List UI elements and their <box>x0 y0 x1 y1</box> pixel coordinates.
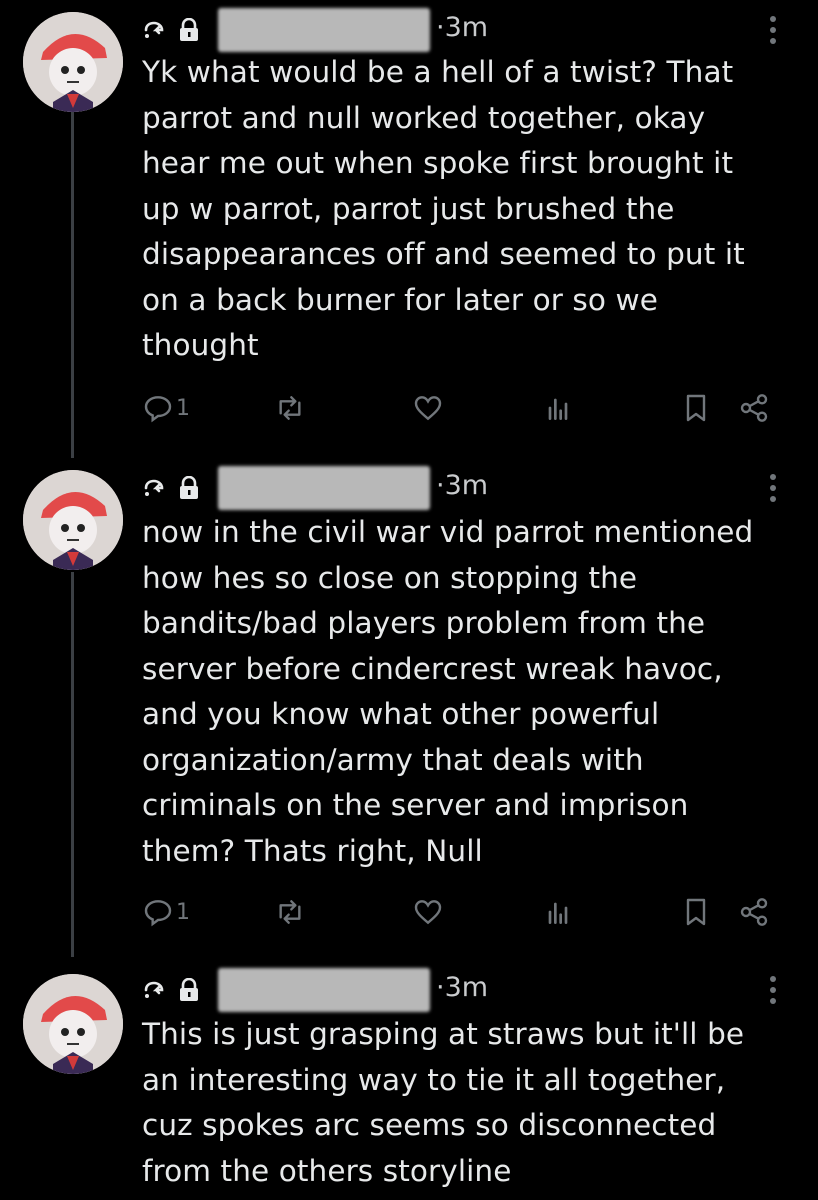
reply-arrow-icon <box>142 978 166 1006</box>
share-button[interactable] <box>738 388 770 428</box>
avatar[interactable] <box>23 470 123 570</box>
views-icon <box>542 896 574 928</box>
lock-icon <box>178 17 200 46</box>
reply-arrow-icon <box>142 476 166 504</box>
avatar[interactable] <box>23 974 123 1074</box>
bookmark-button[interactable] <box>680 892 712 932</box>
reply-icon <box>142 896 174 928</box>
reply-icon <box>142 392 174 424</box>
username-redacted <box>218 466 430 510</box>
reply-arrow-icon <box>142 18 166 46</box>
reply-count: 1 <box>176 395 190 421</box>
repost-button[interactable] <box>274 388 306 428</box>
views-icon <box>542 392 574 424</box>
post-header: ·3m <box>142 8 782 52</box>
post-time: ·3m <box>436 12 489 43</box>
more-options-icon[interactable] <box>762 10 784 50</box>
post-text: This is just grasping at straws but it'l… <box>142 1017 745 1188</box>
repost-icon <box>274 896 306 928</box>
reply-post[interactable]: ·3m This is just grasping at straws but … <box>0 960 818 1200</box>
share-icon <box>738 392 770 424</box>
action-bar: 1 <box>142 388 782 428</box>
bookmark-button[interactable] <box>680 388 712 428</box>
bookmark-icon <box>680 896 712 928</box>
action-bar: 1 <box>142 892 782 932</box>
like-icon <box>412 392 444 424</box>
post-text: now in the civil war vid parrot mentione… <box>142 515 754 868</box>
like-button[interactable] <box>412 388 444 428</box>
post-header: ·3m <box>142 968 782 1012</box>
views-button[interactable] <box>542 892 574 932</box>
reply-post[interactable]: ·3m now in the civil war vid parrot ment… <box>0 460 818 960</box>
like-button[interactable] <box>412 892 444 932</box>
share-button[interactable] <box>738 892 770 932</box>
share-icon <box>738 896 770 928</box>
avatar[interactable] <box>23 12 123 112</box>
username-redacted <box>218 968 430 1012</box>
lock-icon <box>178 475 200 504</box>
lock-icon <box>178 977 200 1006</box>
repost-button[interactable] <box>274 892 306 932</box>
post-time: ·3m <box>436 470 489 501</box>
post-text: Yk what would be a hell of a twist? That… <box>142 55 745 362</box>
repost-icon <box>274 392 306 424</box>
bookmark-icon <box>680 392 712 424</box>
like-icon <box>412 896 444 928</box>
more-options-icon[interactable] <box>762 970 784 1010</box>
views-button[interactable] <box>542 388 574 428</box>
reply-post[interactable]: ·3m Yk what would be a hell of a twist? … <box>0 0 818 460</box>
post-time: ·3m <box>436 972 489 1003</box>
reply-button[interactable]: 1 <box>142 892 190 932</box>
username-redacted <box>218 8 430 52</box>
post-header: ·3m <box>142 466 782 510</box>
reply-button[interactable]: 1 <box>142 388 190 428</box>
reply-count: 1 <box>176 899 190 925</box>
more-options-icon[interactable] <box>762 468 784 508</box>
